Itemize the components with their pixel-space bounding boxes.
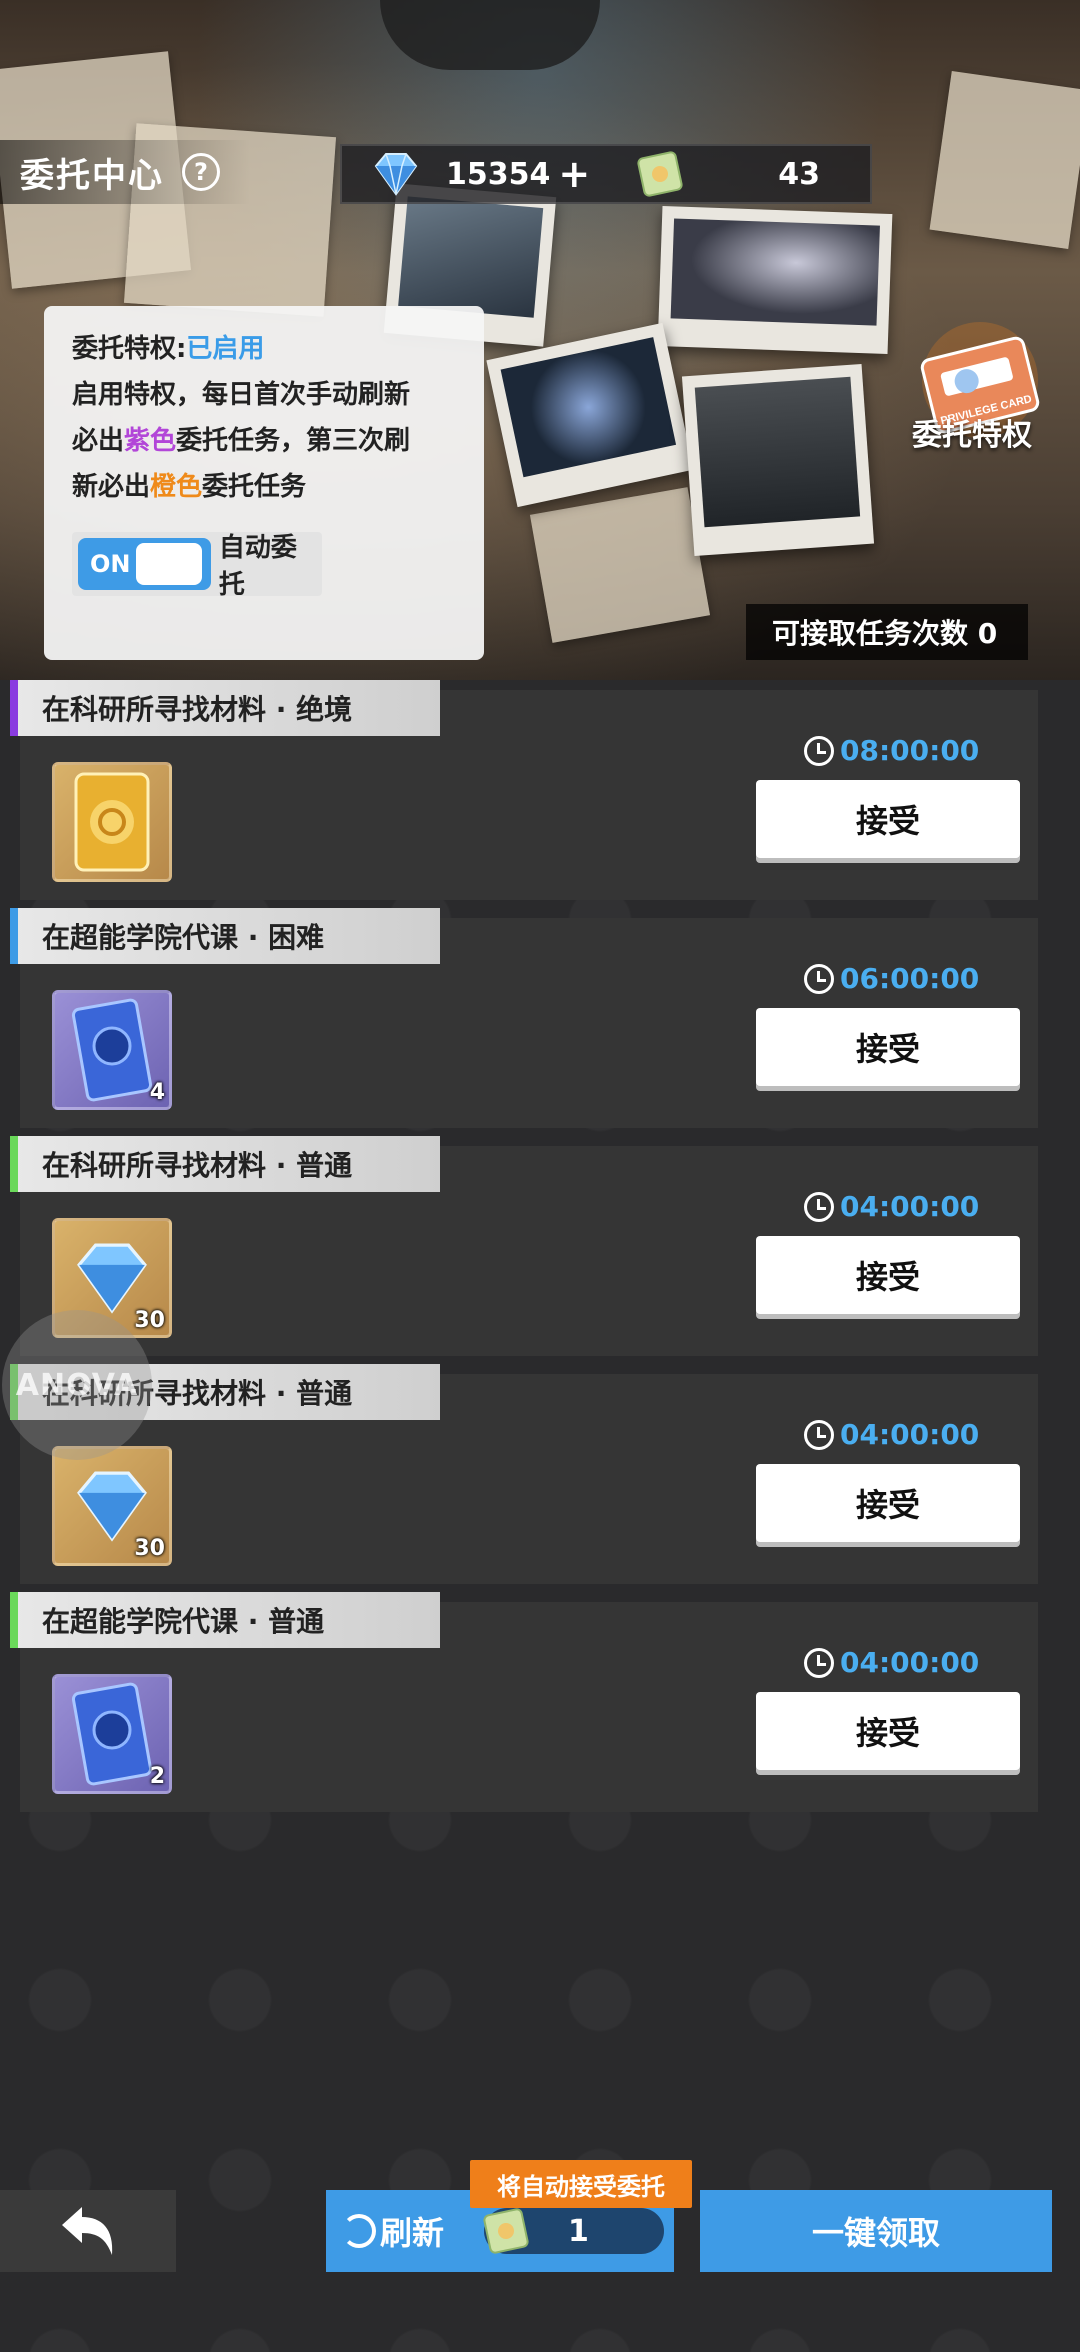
reward-item[interactable] <box>52 762 172 882</box>
toggle-knob <box>136 543 202 585</box>
gem-reward-icon <box>77 1471 147 1542</box>
ticket-icon <box>482 2207 530 2255</box>
accept-button[interactable]: 接受 <box>756 1464 1020 1542</box>
add-gems-button[interactable]: + <box>558 155 590 193</box>
scene-photo <box>681 363 875 557</box>
privilege-text: 必出 <box>72 426 125 456</box>
difficulty-stripe <box>10 1592 18 1648</box>
clock-icon <box>804 1647 834 1678</box>
ticket-amount: 43 <box>778 156 820 192</box>
timer-value: 06:00:00 <box>840 962 980 995</box>
timer-value: 04:00:00 <box>840 1646 980 1679</box>
reward-count: 4 <box>149 1080 165 1105</box>
purple-ticket-icon <box>71 1682 153 1786</box>
task-row: 在超能学院代课 · 普通 2 04:00:00 接受 <box>10 1592 1038 1812</box>
difficulty-stripe <box>10 908 18 964</box>
clock-icon <box>804 1191 834 1222</box>
refresh-cost: 1 <box>482 2207 664 2255</box>
auto-accept-tag: 将自动接受委托 <box>470 2160 692 2208</box>
scene-paper <box>529 487 711 643</box>
ticket-icon <box>636 150 684 198</box>
privilege-desc-line: 必出紫色委托任务，第三次刷 <box>72 418 456 464</box>
clock-icon <box>804 963 834 994</box>
difficulty-stripe <box>10 680 18 736</box>
gem-amount: 15354 <box>446 156 551 192</box>
privilege-text: 委托任务 <box>202 472 307 502</box>
gold-card-icon <box>74 772 150 872</box>
timer-value: 08:00:00 <box>840 734 980 767</box>
accept-button[interactable]: 接受 <box>756 1008 1020 1086</box>
task-timer: 04:00:00 <box>804 1190 979 1223</box>
privilege-status-line: 委托特权:已启用 <box>72 326 456 372</box>
watermark-logo: ANOVA <box>2 1310 152 1460</box>
task-row: 在超能学院代课 · 困难 4 06:00:00 接受 <box>10 908 1038 1128</box>
task-title-bar: 在科研所寻找材料 · 普通 <box>10 1136 440 1192</box>
privilege-desc-line: 新必出橙色委托任务 <box>72 464 456 510</box>
accept-count-badge: 可接取任务次数 0 <box>746 604 1028 660</box>
back-arrow-icon <box>62 2207 113 2255</box>
gem-icon <box>374 153 418 196</box>
task-row: 在科研所寻找材料 · 普通 30 04:00:00 接受 <box>10 1364 1038 1584</box>
accept-button[interactable]: 接受 <box>756 780 1020 858</box>
task-timer: 08:00:00 <box>804 734 979 767</box>
scene-paper <box>929 71 1080 249</box>
purple-ticket-icon <box>71 998 153 1102</box>
privilege-card-label[interactable]: 委托特权 <box>912 410 1032 454</box>
reward-item[interactable]: 4 <box>52 990 172 1110</box>
auto-commission-label: 自动委托 <box>218 533 297 600</box>
purple-highlight: 紫色 <box>124 426 177 456</box>
task-title-bar: 在超能学院代课 · 困难 <box>10 908 440 964</box>
privilege-text: 新必出 <box>72 472 151 502</box>
scene-photo <box>486 322 694 508</box>
task-timer: 04:00:00 <box>804 1418 979 1451</box>
task-title-bar: 在科研所寻找材料 · 绝境 <box>10 680 440 736</box>
auto-commission-row: ON 自动委托 <box>72 532 322 600</box>
page-title: 委托中心 <box>20 155 164 196</box>
refresh-icon <box>342 2214 376 2248</box>
clock-icon <box>804 735 834 766</box>
reward-count: 30 <box>134 1308 165 1333</box>
currency-bar: 15354 + 43 <box>340 144 872 204</box>
privilege-desc-line: 启用特权，每日首次手动刷新 <box>72 380 411 410</box>
auto-commission-toggle[interactable]: ON <box>78 538 211 590</box>
accept-button[interactable]: 接受 <box>756 1692 1020 1770</box>
reward-count: 2 <box>149 1764 165 1789</box>
page-title-bar: 委托中心 ? <box>0 140 250 204</box>
help-icon[interactable]: ? <box>182 153 220 191</box>
reward-item[interactable]: 30 <box>52 1446 172 1566</box>
reward-count: 30 <box>134 1536 165 1561</box>
claim-all-button[interactable]: 一键领取 <box>700 2190 1052 2272</box>
task-timer: 04:00:00 <box>804 1646 979 1679</box>
task-timer: 06:00:00 <box>804 962 979 995</box>
privilege-panel: 委托特权:已启用 启用特权，每日首次手动刷新 必出紫色委托任务，第三次刷 新必出… <box>44 306 484 660</box>
accept-button[interactable]: 接受 <box>756 1236 1020 1314</box>
refresh-label: 刷新 <box>380 2214 445 2252</box>
timer-value: 04:00:00 <box>840 1190 980 1223</box>
task-title: 在科研所寻找材料 · 绝境 <box>42 693 353 726</box>
task-row: 在科研所寻找材料 · 普通 30 04:00:00 接受 <box>10 1136 1038 1356</box>
orange-highlight: 橙色 <box>150 472 203 502</box>
task-title: 在超能学院代课 · 普通 <box>42 1605 325 1638</box>
back-button[interactable] <box>0 2190 176 2272</box>
gem-reward-icon <box>77 1243 147 1314</box>
timer-value: 04:00:00 <box>840 1418 980 1451</box>
difficulty-stripe <box>10 1136 18 1192</box>
privilege-label: 委托特权: <box>72 334 187 364</box>
task-title-bar: 在超能学院代课 · 普通 <box>10 1592 440 1648</box>
clock-icon <box>804 1419 834 1450</box>
toggle-state: ON <box>90 550 131 578</box>
privilege-text: 委托任务，第三次刷 <box>176 426 411 456</box>
reward-item[interactable]: 2 <box>52 1674 172 1794</box>
task-title: 在超能学院代课 · 困难 <box>42 921 325 954</box>
scene-photo <box>657 206 893 354</box>
lamp-shape <box>380 0 600 70</box>
privilege-status: 已启用 <box>186 334 265 364</box>
task-row: 在科研所寻找材料 · 绝境 08:00:00 接受 <box>10 680 1038 900</box>
refresh-cost-value: 1 <box>568 2213 589 2249</box>
task-title: 在科研所寻找材料 · 普通 <box>42 1149 353 1182</box>
